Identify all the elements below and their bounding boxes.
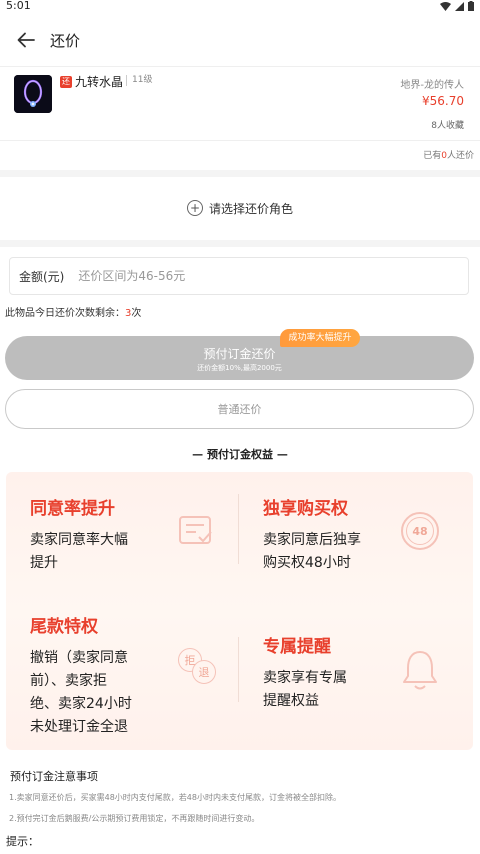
benefit-desc-line: 卖家享有专属 bbox=[263, 670, 347, 686]
benefit-desc-line: 提醒权益 bbox=[263, 693, 319, 709]
select-role-button[interactable]: + 请选择还价角色 bbox=[0, 196, 480, 220]
benefit-desc: 撤销（卖家同意 前）、卖家拒 绝、卖家24小时 未处理订金全退 bbox=[30, 647, 132, 739]
document-check-icon bbox=[179, 516, 212, 544]
benefit-desc-line: 提升 bbox=[30, 555, 58, 571]
benefit-desc-line: 绝、卖家24小时 bbox=[30, 696, 132, 712]
product-level: 11级 bbox=[126, 75, 152, 86]
refund-icon: 拒 退 bbox=[178, 644, 220, 686]
counter-prefix: 已有 bbox=[423, 151, 442, 161]
remaining-attempts: 此物品今日还价次数剩余：3次 bbox=[5, 304, 141, 319]
benefit-desc-line: 未处理订金全退 bbox=[30, 719, 128, 735]
status-icons bbox=[440, 1, 474, 11]
product-card[interactable]: 还 九转水晶 11级 地界-龙的传人 ¥56.70 8人收藏 bbox=[0, 70, 480, 140]
benefit-title: 独享购买权 bbox=[263, 499, 348, 519]
benefit-separator bbox=[238, 494, 239, 564]
bargain-tag-icon: 还 bbox=[60, 76, 72, 88]
normal-bargain-button[interactable]: 普通还价 bbox=[5, 389, 474, 429]
benefit-desc-line: 撤销（卖家同意 bbox=[30, 650, 128, 666]
status-bar: 5:01 bbox=[0, 0, 480, 14]
refund-icon-char: 退 bbox=[192, 660, 216, 684]
bell-icon bbox=[403, 651, 437, 690]
wifi-icon bbox=[440, 1, 451, 11]
benefit-item: 尾款特权 撤销（卖家同意 前）、卖家拒 绝、卖家24小时 未处理订金全退 bbox=[30, 612, 132, 739]
48-hour-label: 48 bbox=[406, 517, 434, 545]
amount-label: 金额(元) bbox=[19, 269, 65, 284]
benefit-desc-line: 前）、卖家拒 bbox=[30, 673, 107, 689]
hint-label: 提示： bbox=[6, 835, 39, 848]
product-name: 九转水晶 bbox=[75, 75, 124, 89]
product-divider bbox=[0, 140, 480, 141]
prepay-subtitle: 还价金额10%,最高2000元 bbox=[197, 364, 282, 372]
notes-title: 预付订金注意事项 bbox=[10, 770, 98, 783]
battery-icon bbox=[468, 1, 474, 11]
product-server: 地界-龙的传人 bbox=[400, 80, 464, 91]
product-thumbnail bbox=[14, 75, 52, 113]
arrow-left-icon bbox=[17, 32, 35, 48]
benefit-title: 专属提醒 bbox=[263, 637, 331, 657]
amount-field: 金额(元) bbox=[9, 257, 469, 295]
select-role-label: 请选择还价角色 bbox=[208, 201, 293, 216]
header-divider bbox=[0, 66, 480, 67]
prepay-title: 预付订金还价 bbox=[203, 347, 276, 361]
page-title: 还价 bbox=[50, 31, 81, 50]
benefit-desc-line: 购买权48小时 bbox=[263, 555, 351, 571]
counter-suffix: 人还价 bbox=[446, 151, 474, 161]
benefits-card: 同意率提升 卖家同意率大幅 提升 独享购买权 卖家同意后独享 购买权48小时 4… bbox=[6, 472, 473, 750]
benefit-title: 尾款特权 bbox=[30, 617, 98, 637]
crystal-necklace-icon bbox=[14, 75, 52, 113]
48-hour-badge-icon: 48 bbox=[401, 512, 439, 550]
benefit-title: 同意率提升 bbox=[30, 499, 115, 519]
benefit-desc: 卖家同意后独享 购买权48小时 bbox=[263, 529, 361, 575]
section-gap bbox=[0, 170, 480, 177]
plus-circle-icon: + bbox=[186, 200, 203, 216]
benefit-separator bbox=[238, 637, 239, 702]
normal-bargain-label: 普通还价 bbox=[217, 403, 262, 416]
section-gap bbox=[0, 240, 480, 247]
benefit-desc-line: 卖家同意率大幅 bbox=[30, 532, 128, 548]
benefits-heading: — 预付订金权益 — bbox=[192, 448, 288, 461]
benefit-desc-line: 卖家同意后独享 bbox=[263, 532, 361, 548]
benefit-item: 独享购买权 卖家同意后独享 购买权48小时 bbox=[263, 494, 361, 575]
note-line: 1.卖家同意还价后，买家需48小时内支付尾款，若48小时内未支付尾款，订金将被全… bbox=[9, 793, 341, 802]
amount-input[interactable] bbox=[78, 269, 379, 283]
prepay-deposit-button[interactable]: 预付订金还价 还价金额10%,最高2000元 bbox=[5, 336, 474, 380]
app-header: 还价 bbox=[0, 18, 480, 62]
remaining-prefix: 此物品今日还价次数剩余： bbox=[5, 308, 125, 319]
product-price: ¥56.70 bbox=[422, 94, 464, 108]
benefit-item: 同意率提升 卖家同意率大幅 提升 bbox=[30, 494, 128, 575]
benefit-desc: 卖家享有专属 提醒权益 bbox=[263, 667, 347, 713]
benefit-desc: 卖家同意率大幅 提升 bbox=[30, 529, 128, 575]
bargain-counter: 已有0人还价 bbox=[423, 148, 474, 161]
signal-icon bbox=[455, 1, 464, 11]
remaining-suffix: 次 bbox=[131, 308, 142, 319]
note-line: 2.预付完订金后鹅服费/公示期预订费用锁定，不再跟随时间进行变动。 bbox=[9, 814, 260, 823]
product-favorites: 8人收藏 bbox=[431, 121, 464, 131]
back-button[interactable] bbox=[6, 20, 46, 60]
success-rate-badge: 成功率大幅提升 bbox=[280, 329, 360, 347]
benefit-item: 专属提醒 卖家享有专属 提醒权益 bbox=[263, 632, 347, 713]
status-time: 5:01 bbox=[6, 0, 31, 12]
